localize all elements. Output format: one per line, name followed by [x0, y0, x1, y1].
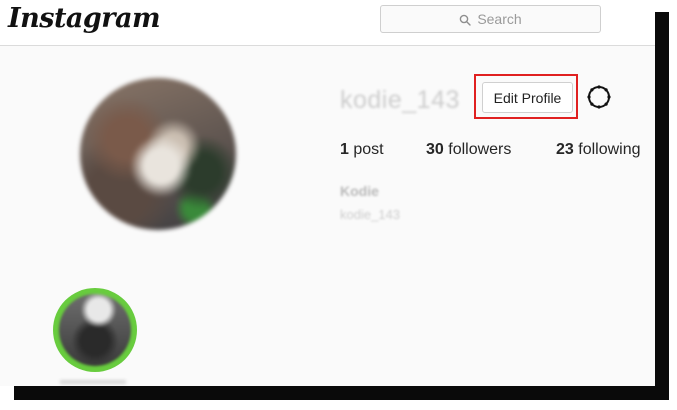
- following-count-value: 23: [556, 141, 574, 158]
- profile-avatar[interactable]: [80, 78, 236, 230]
- screenshot-shadow-bottom: [14, 385, 669, 400]
- bio-full-name: Kodie: [340, 183, 379, 199]
- instagram-profile-window: Instagram Search kodie_143 Edit Profile: [0, 0, 655, 386]
- story-highlight-image: [59, 294, 131, 366]
- search-icon: [459, 13, 472, 26]
- following-count[interactable]: 23 following: [556, 141, 641, 159]
- following-count-label: following: [578, 141, 641, 158]
- followers-count-value: 30: [426, 141, 444, 158]
- posts-count-label: post: [353, 141, 384, 158]
- followers-count-label: followers: [448, 141, 512, 158]
- profile-username: kodie_143: [340, 86, 460, 114]
- gear-icon[interactable]: [586, 84, 612, 110]
- top-nav-bar: Instagram Search: [0, 0, 655, 46]
- search-input[interactable]: Search: [380, 5, 601, 33]
- search-placeholder: Search: [477, 11, 522, 27]
- instagram-logo[interactable]: Instagram: [8, 3, 161, 34]
- bio-handle: kodie_143: [340, 207, 400, 222]
- followers-count[interactable]: 30 followers: [426, 141, 511, 159]
- posts-count-value: 1: [340, 141, 349, 158]
- posts-count: 1 post: [340, 141, 384, 159]
- edit-profile-button[interactable]: Edit Profile: [482, 82, 573, 113]
- story-highlight[interactable]: [53, 288, 137, 372]
- story-highlight-label: [60, 380, 126, 384]
- screenshot-shadow-right: [655, 12, 669, 400]
